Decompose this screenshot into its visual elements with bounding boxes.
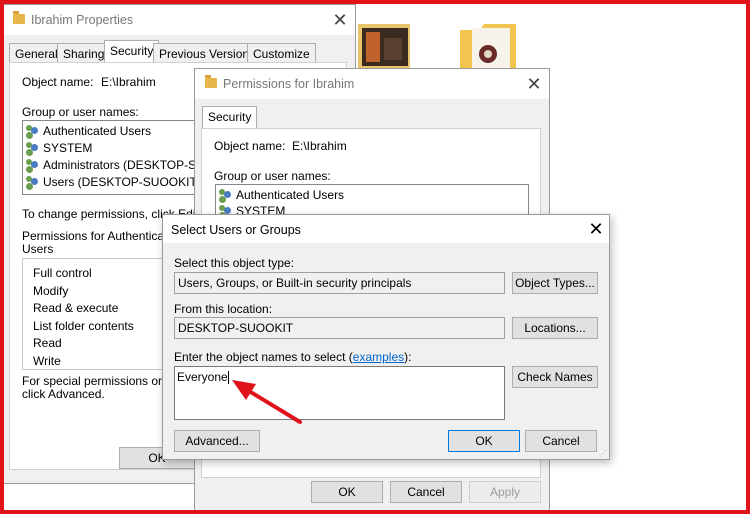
advanced-button[interactable]: Advanced... (174, 430, 260, 452)
select-dialog-title: Select Users or Groups (171, 223, 301, 237)
object-type-field: Users, Groups, or Built-in security prin… (174, 272, 505, 294)
object-name-value: E:\Ibrahim (292, 139, 347, 153)
tab-previous-versions[interactable]: Previous Versions (153, 43, 262, 63)
permissions-apply-button: Apply (469, 481, 541, 503)
object-types-button[interactable]: Object Types... (512, 272, 598, 294)
select-cancel-button[interactable]: Cancel (525, 430, 597, 452)
permission-item: Write (33, 354, 61, 368)
tab-customize[interactable]: Customize (247, 43, 316, 63)
enter-names-label: Enter the object names to select (exampl… (174, 350, 411, 364)
list-item[interactable]: SYSTEM (25, 140, 92, 157)
permission-item: Full control (33, 266, 92, 280)
close-icon[interactable]: ✕ (521, 73, 547, 95)
properties-titlebar: Ibrahim Properties ✕ (0, 5, 355, 35)
list-item[interactable]: Authenticated Users (218, 187, 344, 204)
permissions-for-label: Permissions for Authenticated (22, 229, 181, 243)
group-names-label: Group or user names: (22, 105, 139, 119)
special-permissions-text-line2: click Advanced. (22, 387, 105, 401)
locations-button[interactable]: Locations... (512, 317, 598, 339)
tab-sharing[interactable]: Sharing (57, 43, 111, 63)
object-name-value: E:\Ibrahim (101, 75, 156, 89)
resize-grip-icon[interactable]: ⋰ (599, 450, 607, 458)
permission-item: Read & execute (33, 301, 119, 315)
permission-item: Modify (33, 284, 69, 298)
tab-general[interactable]: General (9, 43, 64, 63)
properties-title: Ibrahim Properties (31, 13, 134, 27)
close-icon[interactable]: ✕ (583, 218, 609, 240)
check-names-button[interactable]: Check Names (512, 366, 598, 388)
folder-icon (205, 75, 217, 88)
permission-item: Read (33, 336, 62, 350)
folder-icon (13, 11, 25, 24)
group-names-label: Group or user names: (214, 169, 331, 183)
object-names-input[interactable]: Everyone (174, 366, 505, 420)
users-icon (25, 142, 40, 155)
folder-thumbnail-light (458, 20, 518, 72)
close-icon[interactable]: ✕ (327, 9, 353, 31)
permissions-title: Permissions for Ibrahim (223, 77, 355, 91)
location-label: From this location: (174, 302, 273, 316)
list-item[interactable]: Authenticated Users (25, 123, 151, 140)
tab-security[interactable]: Security (104, 40, 160, 63)
group-names-list[interactable]: Authenticated Users SYSTEM Administrator… (22, 120, 222, 195)
permissions-for-label-line2: Users (22, 242, 54, 256)
folder-thumbnail-dark (356, 18, 412, 70)
permission-item: List folder contents (33, 319, 134, 333)
list-item[interactable]: Users (DESKTOP-SUOOKIT\Us (25, 174, 215, 191)
location-field: DESKTOP-SUOOKIT (174, 317, 505, 339)
permissions-titlebar: Permissions for Ibrahim ✕ (195, 69, 549, 99)
users-icon (25, 176, 40, 189)
examples-link[interactable]: examples (353, 350, 404, 364)
object-name-label: Object name: (214, 139, 286, 153)
object-type-label: Select this object type: (174, 256, 295, 270)
select-ok-button[interactable]: OK (448, 430, 520, 452)
permissions-cancel-button[interactable]: Cancel (390, 481, 462, 503)
list-item[interactable]: Administrators (DESKTOP-SUOO (25, 157, 221, 174)
object-names-value: Everyone (177, 370, 228, 384)
object-name-label: Object name: (22, 75, 94, 89)
users-icon (25, 125, 40, 138)
users-icon (25, 159, 40, 172)
enter-names-text: Enter the object names to select ( (174, 350, 353, 364)
enter-names-suffix: ): (404, 350, 412, 364)
users-icon (218, 189, 233, 202)
annotation-arrow (232, 380, 302, 424)
select-dialog-titlebar: Select Users or Groups ✕ (163, 215, 609, 243)
tab-security[interactable]: Security (202, 106, 258, 129)
permissions-ok-button[interactable]: OK (311, 481, 383, 503)
